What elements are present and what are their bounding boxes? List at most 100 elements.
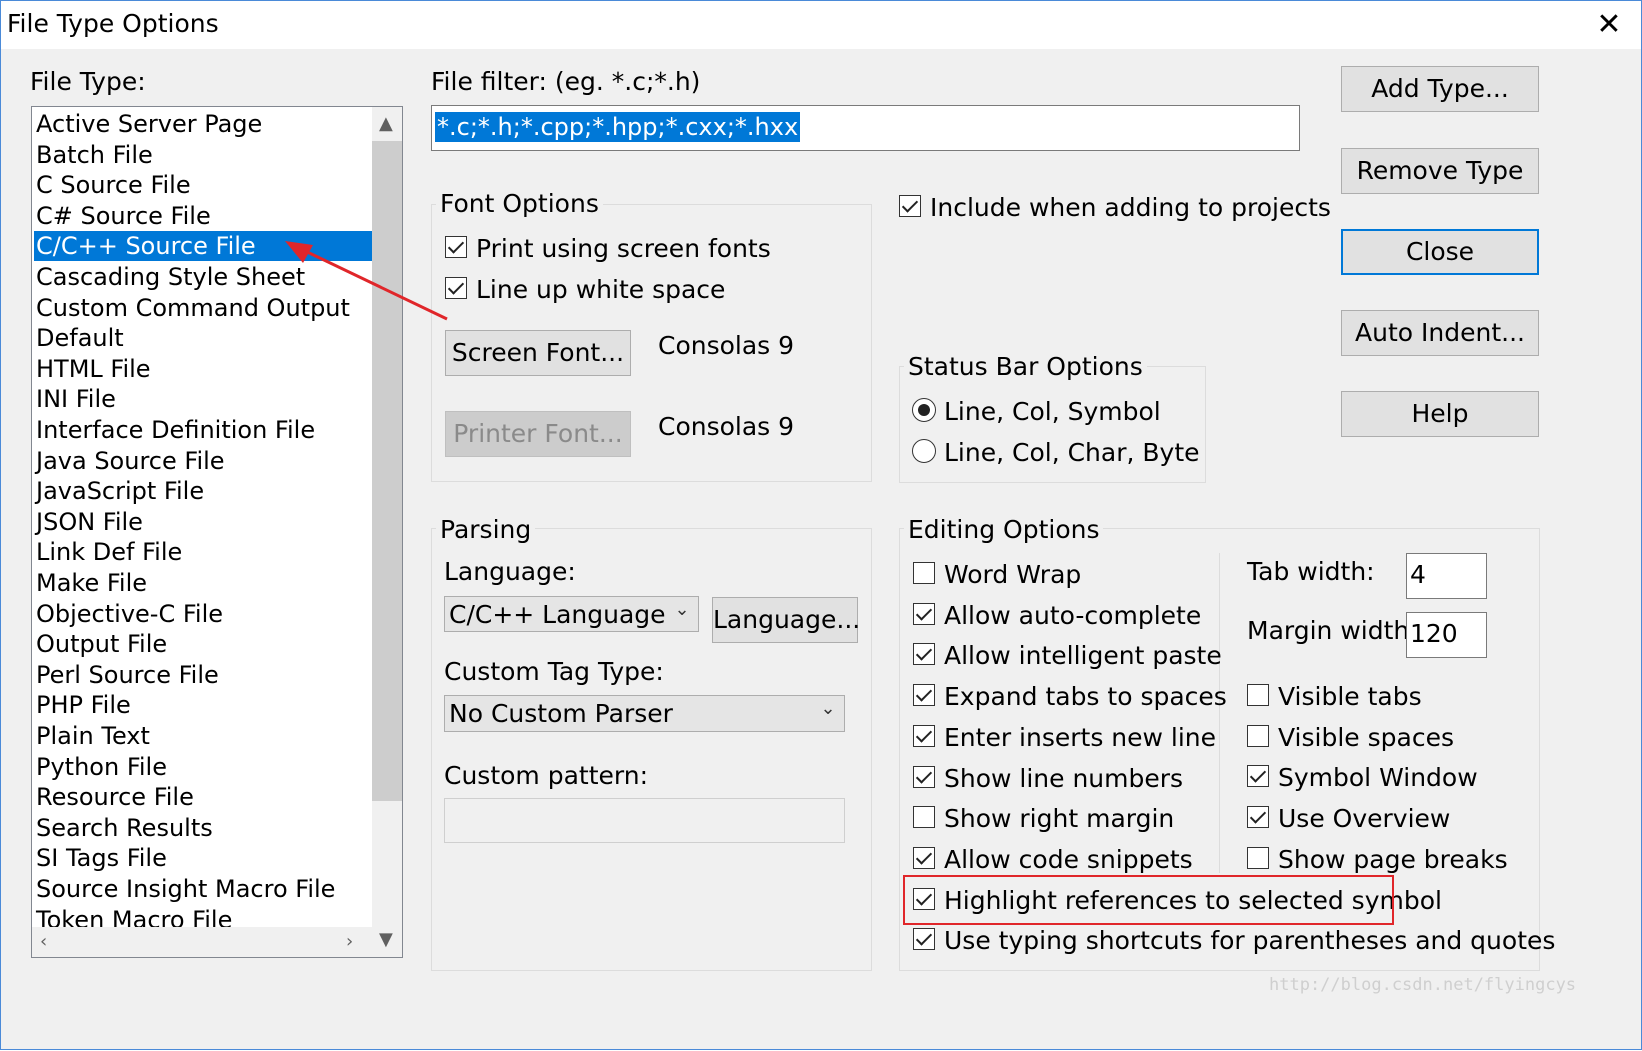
line-up-whitespace-checkbox[interactable] <box>445 277 467 299</box>
close-window-icon[interactable]: ✕ <box>1585 7 1633 43</box>
printer-font-button[interactable]: Printer Font... <box>445 411 631 457</box>
editing-option-label: Visible tabs <box>1278 682 1422 711</box>
file-type-item[interactable]: Output File <box>36 629 167 659</box>
editing-option-label: Allow auto-complete <box>944 600 1202 630</box>
editing-option-checkbox[interactable] <box>913 643 935 666</box>
editing-option-checkbox[interactable] <box>913 928 935 951</box>
editing-option-label: Symbol Window <box>1278 763 1478 793</box>
scroll-up-arrow-icon[interactable]: ▲ <box>379 113 393 134</box>
file-type-item[interactable]: INI File <box>36 384 116 414</box>
scroll-down-arrow-icon[interactable]: ▼ <box>379 929 393 950</box>
file-type-item[interactable]: Perl Source File <box>36 660 219 690</box>
file-type-label: File Type: <box>30 67 146 96</box>
editing-option-label: Expand tabs to spaces <box>944 682 1227 712</box>
file-type-item[interactable]: Active Server Page <box>36 109 262 139</box>
horizontal-scrollbar[interactable]: ‹ › <box>32 927 372 957</box>
chevron-down-icon: ⌄ <box>820 698 836 719</box>
status-line-col-symbol-radio[interactable] <box>912 398 936 422</box>
editing-option-checkbox[interactable] <box>1247 846 1269 869</box>
editing-option-checkbox[interactable] <box>1247 684 1269 706</box>
file-type-options-dialog: File Type Options ✕ File Type: Active Se… <box>0 0 1642 1050</box>
language-dropdown-value: C/C++ Language <box>449 600 666 629</box>
file-type-item[interactable]: SI Tags File <box>36 843 167 873</box>
editing-option-label: Allow code snippets <box>944 844 1193 874</box>
language-dropdown[interactable]: C/C++ Language ⌄ <box>444 596 699 632</box>
file-type-item[interactable]: Link Def File <box>36 537 182 567</box>
editing-option-checkbox[interactable] <box>913 602 935 625</box>
title-bar: File Type Options ✕ <box>1 1 1641 49</box>
file-type-item[interactable]: Objective-C File <box>36 599 223 629</box>
editing-option-label: Show right margin <box>944 804 1175 834</box>
file-type-item[interactable]: Resource File <box>36 782 194 812</box>
language-button[interactable]: Language... <box>712 597 860 643</box>
editing-option-label: Use typing shortcuts for parentheses and… <box>944 926 1556 956</box>
editing-option-label: Use Overview <box>1278 804 1451 834</box>
margin-width-label: Margin width: <box>1247 616 1418 645</box>
scroll-right-arrow-icon[interactable]: › <box>346 931 353 952</box>
file-type-item[interactable]: Make File <box>36 568 147 598</box>
chevron-down-icon: ⌄ <box>674 599 690 620</box>
status-line-col-char-byte-radio[interactable] <box>912 439 936 463</box>
editing-option-label: Allow intelligent paste <box>944 641 1222 671</box>
editing-option-label: Show line numbers <box>944 763 1184 793</box>
file-type-item[interactable]: Default <box>36 323 124 353</box>
add-type-button[interactable]: Add Type... <box>1341 66 1539 112</box>
file-type-item[interactable]: Batch File <box>36 140 153 170</box>
editing-option-checkbox[interactable] <box>1247 724 1269 747</box>
file-type-item[interactable]: Search Results <box>36 813 213 843</box>
file-type-list[interactable]: Active Server Page Batch File C Source Fil… <box>31 106 403 958</box>
line-up-whitespace-label: Line up white space <box>476 275 726 304</box>
file-type-item[interactable]: Python File <box>36 752 167 782</box>
file-filter-value: *.c;*.h;*.cpp;*.hpp;*.cxx;*.hxx <box>435 112 801 142</box>
editing-divider <box>1219 553 1220 873</box>
custom-tag-type-dropdown[interactable]: No Custom Parser ⌄ <box>444 695 845 732</box>
editing-option-label: Show page breaks <box>1278 844 1508 874</box>
custom-tag-type-label: Custom Tag Type: <box>444 657 664 686</box>
file-type-item[interactable]: C/C++ Source File <box>34 231 374 262</box>
include-in-projects-checkbox[interactable] <box>899 195 921 217</box>
language-label: Language: <box>444 557 576 586</box>
editing-option-checkbox[interactable] <box>913 724 935 747</box>
highlight-annotation-box <box>903 875 1394 925</box>
remove-type-button[interactable]: Remove Type <box>1341 148 1539 194</box>
editing-option-checkbox[interactable] <box>913 684 935 707</box>
editing-option-checkbox[interactable] <box>913 562 935 584</box>
print-screen-fonts-label: Print using screen fonts <box>476 234 771 263</box>
editing-options-title: Editing Options <box>904 515 1104 544</box>
screen-font-button[interactable]: Screen Font... <box>445 330 631 376</box>
custom-pattern-input[interactable] <box>444 798 845 843</box>
editing-option-checkbox[interactable] <box>1247 765 1269 788</box>
file-type-item[interactable]: Interface Definition File <box>36 415 315 445</box>
scrollbar-thumb[interactable] <box>372 141 402 801</box>
include-in-projects-label: Include when adding to projects <box>930 193 1331 222</box>
watermark: http://blog.csdn.net/flyingcys <box>1269 975 1577 995</box>
editing-option-checkbox[interactable] <box>913 846 935 869</box>
close-button[interactable]: Close <box>1341 229 1539 275</box>
file-type-item[interactable]: C Source File <box>36 170 191 200</box>
file-type-item[interactable]: PHP File <box>36 690 131 720</box>
window-title: File Type Options <box>7 9 219 38</box>
print-screen-fonts-checkbox[interactable] <box>445 236 467 258</box>
scroll-left-arrow-icon[interactable]: ‹ <box>40 931 47 952</box>
tab-width-input[interactable]: 4 <box>1406 553 1487 599</box>
file-type-item[interactable]: HTML File <box>36 354 151 384</box>
file-type-item[interactable]: Custom Command Output <box>36 293 350 323</box>
status-line-col-symbol-label: Line, Col, Symbol <box>944 397 1161 426</box>
file-type-item[interactable]: C# Source File <box>36 201 211 231</box>
tab-width-label: Tab width: <box>1247 557 1375 586</box>
editing-option-checkbox[interactable] <box>1247 806 1269 829</box>
file-type-item[interactable]: JavaScript File <box>36 476 204 506</box>
editing-option-checkbox[interactable] <box>913 765 935 788</box>
vertical-scrollbar[interactable]: ▲ ▼ <box>372 107 402 957</box>
file-type-item[interactable]: JSON File <box>36 507 143 537</box>
file-type-item[interactable]: Cascading Style Sheet <box>36 262 305 292</box>
editing-option-label: Word Wrap <box>944 560 1082 589</box>
file-type-item[interactable]: Java Source File <box>36 446 225 476</box>
help-button[interactable]: Help <box>1341 391 1539 437</box>
editing-option-checkbox[interactable] <box>913 806 935 829</box>
file-filter-input[interactable]: *.c;*.h;*.cpp;*.hpp;*.cxx;*.hxx <box>431 105 1300 151</box>
file-type-item[interactable]: Source Insight Macro File <box>36 874 335 904</box>
margin-width-input[interactable]: 120 <box>1406 612 1487 658</box>
file-type-item[interactable]: Plain Text <box>36 721 150 751</box>
auto-indent-button[interactable]: Auto Indent... <box>1341 310 1539 356</box>
